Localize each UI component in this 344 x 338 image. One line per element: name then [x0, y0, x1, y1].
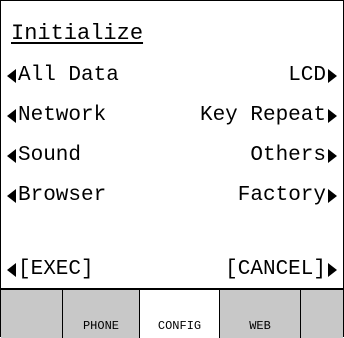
left-arrow-icon	[7, 189, 16, 203]
menu-item-label: Others	[250, 144, 326, 167]
menu-item-label: Sound	[18, 144, 82, 167]
softkey-label: CONFIG	[157, 319, 202, 333]
exec-label: [EXEC]	[18, 258, 94, 281]
softkey-label: WEB	[249, 319, 271, 333]
left-arrow-icon	[7, 69, 16, 83]
menu-item-browser[interactable]: Browser	[7, 182, 106, 210]
phone-lcd-screen: Initialize All Data LCD Network Key Repe…	[0, 0, 344, 338]
left-arrow-icon	[7, 263, 16, 277]
right-arrow-icon	[328, 263, 337, 277]
menu-item-network[interactable]: Network	[7, 102, 106, 130]
menu-item-sound[interactable]: Sound	[7, 142, 81, 170]
menu-item-key-repeat[interactable]: Key Repeat	[200, 102, 337, 130]
menu-item-others[interactable]: Others	[250, 142, 337, 170]
softkey-blank-left[interactable]	[1, 290, 63, 338]
right-arrow-icon	[328, 69, 337, 83]
action-row: [EXEC] [CANCEL]	[1, 256, 343, 284]
menu-row-2: Network Key Repeat	[1, 102, 343, 130]
menu-item-label: Key Repeat	[199, 104, 326, 127]
menu-item-label: All Data	[18, 64, 119, 87]
menu-row-3: Sound Others	[1, 142, 343, 170]
menu-item-lcd[interactable]: LCD	[288, 62, 337, 90]
left-arrow-icon	[7, 109, 16, 123]
page-title: Initialize	[11, 21, 144, 46]
softkey-config[interactable]: CONFIG	[140, 290, 220, 338]
softkey-bar: PHONE CONFIG WEB	[1, 288, 343, 338]
right-arrow-icon	[328, 149, 337, 163]
left-arrow-icon	[7, 149, 16, 163]
cancel-label: [CANCEL]	[225, 258, 326, 281]
right-arrow-icon	[328, 189, 337, 203]
right-arrow-icon	[328, 109, 337, 123]
menu-item-all-data[interactable]: All Data	[7, 62, 119, 90]
exec-button[interactable]: [EXEC]	[7, 256, 94, 284]
menu-row-4: Browser Factory	[1, 182, 343, 210]
menu-item-label: Factory	[237, 184, 326, 207]
softkey-web[interactable]: WEB	[220, 290, 301, 338]
menu-item-label: LCD	[288, 64, 326, 87]
softkey-label: PHONE	[82, 319, 119, 333]
menu-row-1: All Data LCD	[1, 62, 343, 90]
softkey-phone[interactable]: PHONE	[63, 290, 140, 338]
cancel-button[interactable]: [CANCEL]	[225, 256, 337, 284]
softkey-blank-right[interactable]	[301, 290, 343, 338]
menu-item-factory[interactable]: Factory	[238, 182, 337, 210]
menu-item-label: Network	[18, 104, 107, 127]
menu-item-label: Browser	[18, 184, 107, 207]
